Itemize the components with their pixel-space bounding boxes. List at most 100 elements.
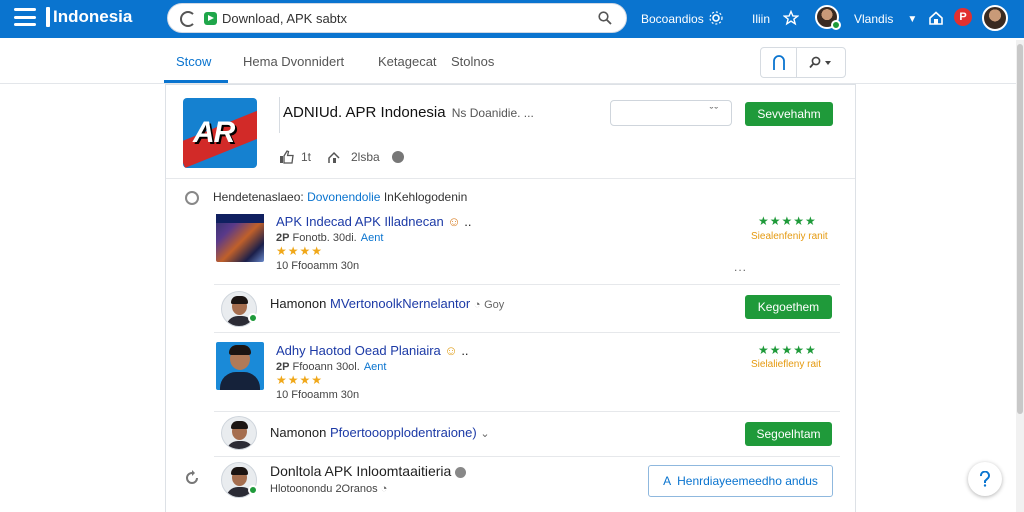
share-icon [328, 151, 340, 163]
tab-stcow[interactable]: Stcow [176, 54, 211, 69]
list-item-title[interactable]: Hamonon MVertonoolkNernelantor ◔ Goy [270, 296, 504, 311]
user-menu[interactable]: Vlandis ▼ [854, 0, 917, 38]
row-meta: 2P Ffooann 30ol. Aent [276, 361, 386, 373]
app-title-text: ADNIUd. APR Indonesia [283, 104, 446, 121]
row-action-button[interactable]: Segoelhtam [745, 422, 832, 446]
row-meta-secondary: 10 Ffooamm 30n [276, 260, 360, 272]
avatar[interactable] [221, 416, 257, 450]
row-title-text: MVertonoolkNernelantor [330, 296, 471, 311]
tab-stolnos[interactable]: Stolnos [451, 54, 494, 69]
game-thumbnail[interactable] [216, 214, 264, 262]
notification-badge[interactable]: P [954, 8, 972, 26]
ellipsis-icon: .. [461, 343, 469, 358]
nav-link-1[interactable]: Bocoandios [641, 0, 704, 38]
section-prefix: Hendetenaslaeo: [213, 190, 304, 204]
outline-button-label: Henrdiayeemeedho andus [677, 474, 818, 488]
row-divider [214, 284, 840, 285]
info-icon[interactable] [391, 151, 404, 163]
green-rating-stars: ★★★★★ [758, 343, 817, 357]
select-caret-icon: ˇˇ [709, 106, 719, 118]
thumbs-up-icon [280, 150, 294, 164]
section-suffix: InKehlogodenin [383, 190, 468, 204]
online-status-icon [831, 20, 841, 30]
thumbnail-body [220, 372, 260, 390]
home-icon[interactable] [928, 10, 944, 26]
row-meta-link[interactable]: Aent [361, 232, 384, 244]
outline-action-button[interactable]: A Henrdiayeemeedho andus [648, 465, 833, 497]
brand-logo[interactable]: Indonesia [46, 7, 132, 27]
list-item-title[interactable]: APK Indecad APK Illadnecan ☺ .. [276, 214, 471, 229]
tab-ketagecat[interactable]: Ketagecat [378, 54, 437, 69]
nav-link-2[interactable]: Iliin [752, 0, 770, 38]
header-divider [166, 178, 855, 179]
like-stat[interactable]: 1t [279, 150, 311, 164]
refresh-icon[interactable] [184, 470, 200, 486]
row-divider [214, 332, 840, 333]
like-count: 1t [301, 150, 312, 164]
play-store-icon [204, 12, 217, 25]
search-input[interactable] [222, 8, 582, 28]
row-action-button[interactable]: Kegoethem [745, 295, 832, 319]
row-divider [214, 456, 840, 457]
rating-stars: ★★★★ [276, 373, 324, 387]
rating-label: Siealenfeniy ranit [751, 231, 828, 242]
rating-label: Sielaliefleny rait [751, 359, 822, 370]
section-link[interactable]: Dovonendolie [307, 190, 380, 204]
nav-link-label: Iliin [752, 12, 771, 26]
nav-link-label: Bocoandios [641, 12, 704, 26]
clock-icon: ◔ [473, 299, 481, 311]
emoji-icon: ☺ [447, 214, 461, 229]
row-suffix: Goy [484, 299, 505, 311]
app-title-suffix: Ns Doanidie. ... [451, 106, 534, 120]
chevron-down-icon[interactable]: ⌄ [480, 428, 489, 440]
emoji-icon: ☺ [444, 343, 458, 358]
list-item-title[interactable]: Adhy Haotod Oead Planiaira ☺ .. [276, 343, 469, 358]
google-icon [180, 11, 196, 27]
version-select[interactable]: ˇˇ [610, 100, 732, 126]
history-icon [185, 191, 199, 205]
row-title-text: Adhy Haotod Oead Planiaira [276, 343, 441, 358]
more-options-icon[interactable]: ... [734, 260, 747, 274]
primary-action-button[interactable]: Sevvehahm [745, 102, 833, 126]
person-thumbnail[interactable] [216, 342, 264, 390]
menu-icon[interactable] [14, 8, 36, 26]
share-stat[interactable]: 2lsba [327, 150, 404, 164]
settings-icon[interactable] [709, 11, 723, 25]
row-meta: 2P Fonotb. 30di. Aent [276, 232, 383, 244]
row-title-text: Donltola APK Inloomtaaitieria [270, 463, 452, 479]
row-title-text: Pfoertooopplodentraione) [330, 425, 477, 440]
app-logo[interactable]: AR [183, 98, 257, 168]
search-box[interactable] [167, 3, 627, 33]
ellipsis-icon: .. [464, 214, 472, 229]
bookmark-button[interactable] [761, 48, 796, 77]
help-fab[interactable] [968, 462, 1002, 496]
a-icon: A [663, 474, 672, 488]
info-icon[interactable] [455, 466, 467, 478]
tab-bar: Stcow Hema Dvonnidert Ketagecat Stolnos [164, 40, 844, 83]
share-count: 2lsba [351, 150, 380, 164]
row-meta-link[interactable]: Aent [364, 361, 387, 373]
bookmark-icon [772, 54, 785, 70]
link-icon: ◔ [380, 483, 388, 495]
brand-mark-icon [46, 7, 50, 27]
tab-hema[interactable]: Hema Dvonnidert [243, 54, 344, 69]
search-dropdown-icon [809, 56, 831, 68]
scrollbar[interactable] [1016, 40, 1024, 512]
star-icon[interactable] [783, 10, 799, 26]
user-name: Vlandis [854, 12, 894, 26]
row-meta-prefix: 2P [276, 361, 290, 373]
search-icon[interactable] [598, 11, 612, 25]
row-meta-prefix: 2P [276, 232, 290, 244]
row-meta-text: Ffooann 30ol. [292, 361, 360, 373]
app-title: ADNIUd. APR Indonesia Ns Doanidie. ... [283, 104, 534, 121]
thumbnail-hair [229, 345, 251, 355]
list-item-title[interactable]: Namonon Pfoertooopplodentraione) ⌄ [270, 425, 490, 440]
row-meta-text: Fonotb. 30di. [292, 232, 357, 244]
list-item-title[interactable]: Donltola APK Inloomtaaitieria [270, 463, 467, 479]
search-filter-button[interactable] [796, 48, 845, 77]
scrollbar-thumb[interactable] [1017, 44, 1023, 414]
profile-avatar[interactable] [982, 5, 1008, 31]
row-meta: Hlotoonondu 2Oranos ◔ [270, 483, 387, 495]
top-app-bar: Indonesia Bocoandios Iliin Vlandis ▼ P [0, 0, 1024, 38]
section-heading: Hendetenaslaeo: Dovonendolie InKehlogode… [213, 190, 467, 204]
